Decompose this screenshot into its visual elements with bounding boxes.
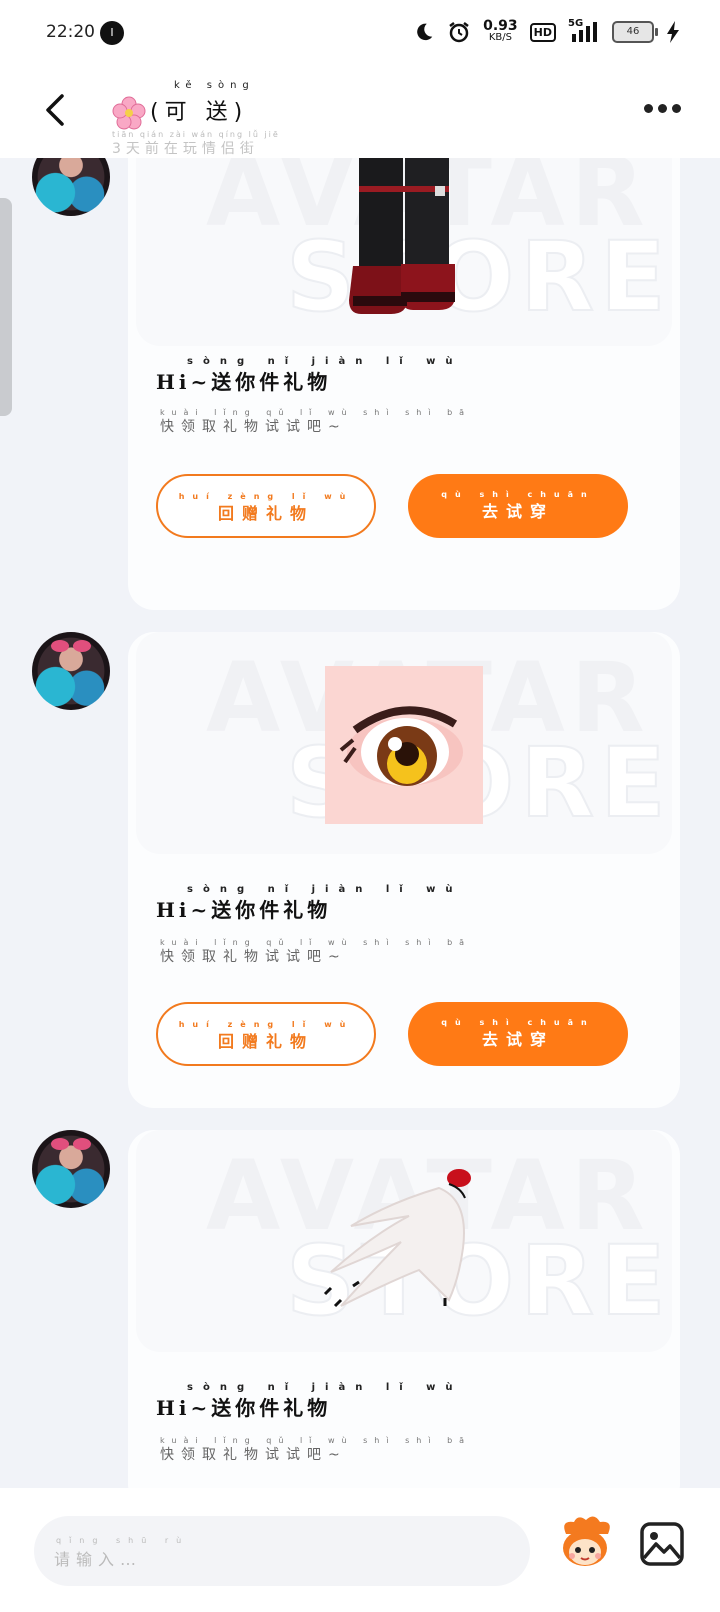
more-options-icon[interactable] — [644, 104, 684, 118]
signal-icon: 5G — [568, 18, 600, 44]
glove-icon — [323, 1169, 471, 1308]
input-bar: qǐng shū rù 请输入… — [0, 1488, 720, 1612]
last-seen-status: 3天前在玩情侣街 — [112, 141, 259, 157]
try-on-button[interactable]: qù shì chuān 去试穿 — [408, 474, 628, 538]
avatar[interactable] — [32, 158, 110, 216]
return-gift-button[interactable]: huí zèng lǐ wù 回赠礼物 — [156, 474, 376, 538]
status-bar: 22:20 I 0.93 KB/S HD 5G 46 — [0, 0, 720, 64]
title-pinyin: kě sòng — [174, 80, 255, 91]
mascot-emoji-icon[interactable] — [556, 1514, 614, 1572]
boots-icon — [349, 158, 455, 314]
cherry-blossom-icon — [112, 96, 146, 130]
eye-icon — [325, 666, 483, 824]
status-icons: 0.93 KB/S HD 5G 46 — [413, 16, 680, 48]
gift-card: AVATAR STORE sòng nǐ jiàn lǐ wù Hi~送你件礼物… — [128, 158, 680, 610]
moon-icon — [417, 23, 433, 41]
input-placeholder: 请输入… — [54, 1550, 143, 1569]
page-title: (可 送) — [150, 100, 249, 125]
avatar[interactable] — [32, 632, 110, 710]
notification-icon: I — [100, 21, 124, 45]
return-gift-button[interactable]: huí zèng lǐ wù 回赠礼物 — [156, 1002, 376, 1066]
chat-header: kě sòng (可 送) tiān qián zài wán qíng lǚ … — [0, 64, 720, 158]
charging-icon — [667, 21, 679, 43]
gift-title: Hi~送你件礼物 — [156, 1396, 332, 1420]
gift-description: 快领取礼物试试吧~ — [160, 1447, 347, 1463]
gift-title: Hi~送你件礼物 — [156, 370, 332, 394]
network-speed: 0.93 KB/S — [483, 18, 518, 43]
avatar[interactable] — [32, 1130, 110, 1208]
gift-title: Hi~送你件礼物 — [156, 898, 332, 922]
gift-image-panel[interactable]: AVATAR STORE — [136, 632, 672, 854]
gift-image-panel[interactable]: AVATAR STORE — [136, 1130, 672, 1352]
message-input[interactable]: qǐng shū rù 请输入… — [34, 1516, 530, 1586]
gift-card: AVATAR STORE sòng nǐ jiàn lǐ wù Hi~送你件礼物… — [128, 1130, 680, 1488]
back-arrow-icon[interactable] — [34, 88, 78, 132]
gift-image-panel[interactable]: AVATAR STORE — [136, 158, 672, 346]
image-icon[interactable] — [638, 1520, 686, 1568]
hd-badge: HD — [529, 22, 556, 42]
gift-description: 快领取礼物试试吧~ — [160, 949, 347, 965]
alarm-icon — [449, 22, 469, 43]
placeholder-pinyin: qǐng shū rù — [56, 1536, 190, 1545]
status-time: 22:20 — [46, 22, 95, 42]
side-drawer-handle[interactable] — [0, 198, 12, 416]
battery-icon: 46 — [612, 21, 658, 43]
chat-list[interactable]: AVATAR STORE sòng nǐ jiàn lǐ wù Hi~送你件礼物… — [0, 158, 720, 1488]
try-on-button[interactable]: qù shì chuān 去试穿 — [408, 1002, 628, 1066]
gift-card: AVATAR STORE sòng nǐ jiàn lǐ wù Hi~送你件礼物… — [128, 632, 680, 1108]
gift-description: 快领取礼物试试吧~ — [160, 419, 347, 435]
